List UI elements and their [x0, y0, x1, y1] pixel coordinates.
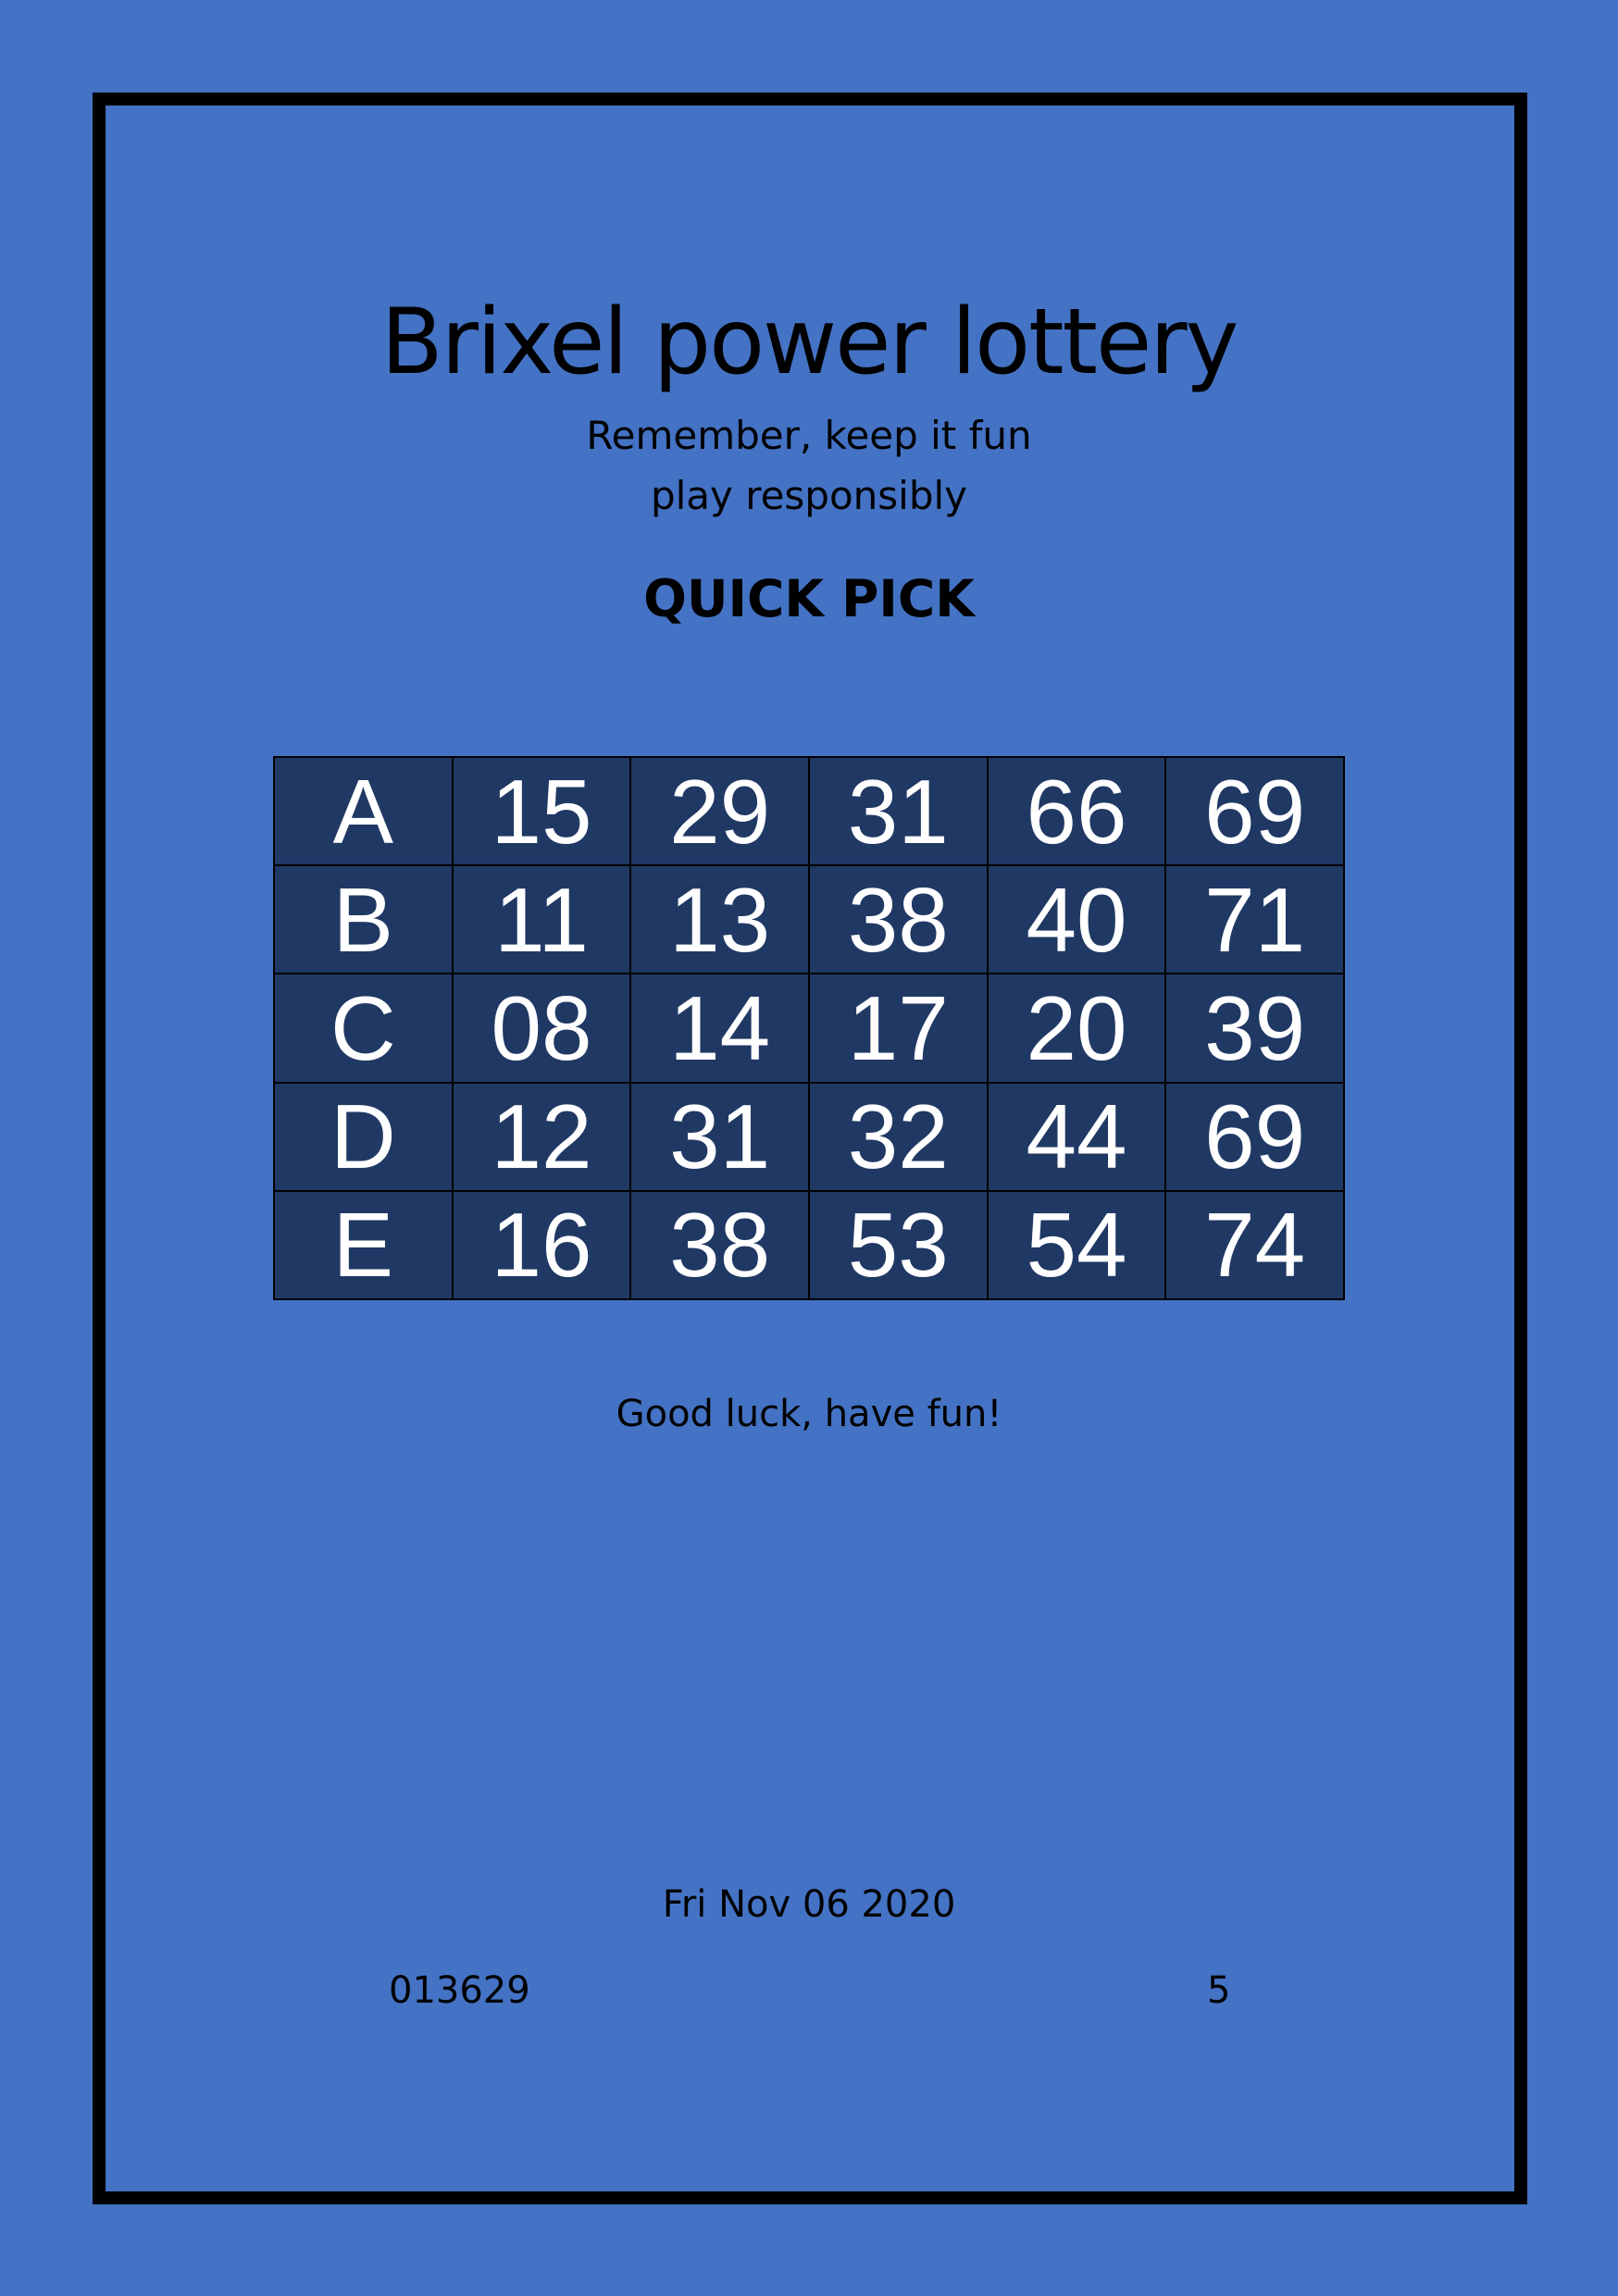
ticket-number: 5 — [1207, 1969, 1231, 2012]
number-cell: 44 — [986, 1081, 1167, 1192]
row-label: E — [273, 1189, 454, 1301]
draw-date: Fri Nov 06 2020 — [662, 1883, 956, 1926]
number-cell: 12 — [451, 1081, 632, 1192]
grid-row-d: D 12 31 32 44 69 — [273, 1081, 1345, 1192]
number-cell: 13 — [629, 864, 810, 975]
number-cell: 38 — [807, 864, 989, 975]
number-cell: 08 — [451, 973, 632, 1084]
number-cell: 14 — [629, 973, 810, 1084]
number-cell: 69 — [1164, 755, 1345, 867]
row-label: B — [273, 864, 454, 975]
number-cell: 54 — [986, 1189, 1167, 1301]
subtitle-line-1: Remember, keep it fun — [586, 413, 1032, 458]
number-cell: 31 — [807, 755, 989, 867]
ticket-serial: 013629 — [389, 1969, 530, 2012]
number-cell: 15 — [451, 755, 632, 867]
number-cell: 20 — [986, 973, 1167, 1084]
numbers-grid: A 15 29 31 66 69 B 11 13 38 40 71 C 08 1… — [273, 755, 1345, 1301]
good-luck-message: Good luck, have fun! — [616, 1393, 1002, 1435]
number-cell: 39 — [1164, 973, 1345, 1084]
row-label: D — [273, 1081, 454, 1192]
ticket-title: Brixel power lottery — [380, 290, 1238, 395]
row-label: C — [273, 973, 454, 1084]
number-cell: 66 — [986, 755, 1167, 867]
grid-row-a: A 15 29 31 66 69 — [273, 755, 1345, 867]
number-cell: 32 — [807, 1081, 989, 1192]
number-cell: 16 — [451, 1189, 632, 1301]
row-label: A — [273, 755, 454, 867]
subtitle-line-2: play responsibly — [650, 473, 968, 518]
grid-row-e: E 16 38 53 54 74 — [273, 1189, 1345, 1301]
number-cell: 38 — [629, 1189, 810, 1301]
number-cell: 40 — [986, 864, 1167, 975]
number-cell: 53 — [807, 1189, 989, 1301]
number-cell: 69 — [1164, 1081, 1345, 1192]
number-cell: 31 — [629, 1081, 810, 1192]
number-cell: 29 — [629, 755, 810, 867]
number-cell: 17 — [807, 973, 989, 1084]
number-cell: 74 — [1164, 1189, 1345, 1301]
number-cell: 71 — [1164, 864, 1345, 975]
number-cell: 11 — [451, 864, 632, 975]
grid-row-b: B 11 13 38 40 71 — [273, 864, 1345, 975]
grid-row-c: C 08 14 17 20 39 — [273, 973, 1345, 1084]
quick-pick-heading: QUICK PICK — [643, 569, 975, 628]
